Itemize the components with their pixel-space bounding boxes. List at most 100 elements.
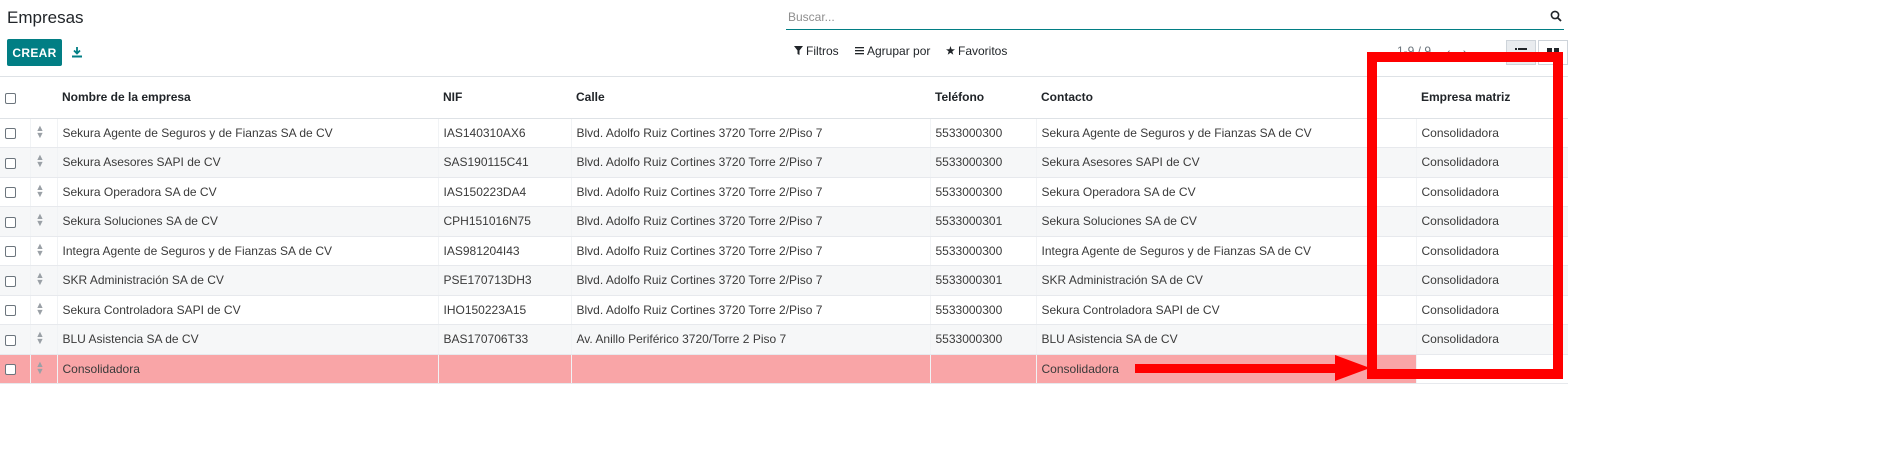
cell-street: Blvd. Adolfo Ruiz Cortines 3720 Torre 2/… xyxy=(570,147,930,178)
favorites-button[interactable]: Favoritos xyxy=(946,44,1007,58)
column-header-parent[interactable]: Empresa matriz xyxy=(1416,77,1568,119)
drag-handle-icon[interactable]: ▲ ▼ xyxy=(36,330,45,346)
cell-nif: CPH151016N75 xyxy=(437,206,571,237)
filters-button[interactable]: Filtros xyxy=(794,44,839,58)
row-checkbox[interactable] xyxy=(5,187,16,199)
create-button[interactable]: CREAR xyxy=(7,39,62,66)
search-bar xyxy=(786,6,1564,30)
column-header-name[interactable]: Nombre de la empresa xyxy=(57,77,438,119)
cell-street: Blvd. Adolfo Ruiz Cortines 3720 Torre 2/… xyxy=(570,206,930,237)
cell-nif: IAS150223DA4 xyxy=(437,177,571,207)
table-row[interactable]: ▲ ▼ Sekura Soluciones SA de CV CPH151016N75… xyxy=(0,206,1568,237)
cell-phone: 5533000300 xyxy=(929,324,1036,355)
cell-name: Sekura Asesores SAPI de CV xyxy=(56,147,438,178)
cell-contact: BLU Asistencia SA de CV xyxy=(1035,324,1416,355)
list-view-icon[interactable] xyxy=(1506,40,1536,65)
row-handle-cell: ▲ ▼ xyxy=(29,206,57,237)
cell-phone: 5533000300 xyxy=(929,295,1036,325)
filters-label: Filtros xyxy=(806,44,839,58)
drag-handle-icon[interactable]: ▲ ▼ xyxy=(36,300,45,316)
drag-handle-icon[interactable]: ▲ ▼ xyxy=(36,182,45,198)
cell-contact: Sekura Operadora SA de CV xyxy=(1035,177,1416,207)
drag-handle-icon[interactable]: ▲ ▼ xyxy=(36,153,45,169)
row-checkbox[interactable] xyxy=(5,364,16,376)
cell-name: BLU Asistencia SA de CV xyxy=(56,324,438,355)
table-row[interactable]: ▲ ▼ BLU Asistencia SA de CV BAS170706T33 Av.… xyxy=(0,324,1568,355)
cell-name: Sekura Agente de Seguros y de Fianzas SA… xyxy=(56,118,438,148)
kanban-view-icon[interactable] xyxy=(1538,40,1568,65)
row-checkbox[interactable] xyxy=(5,334,16,346)
cell-name: Sekura Soluciones SA de CV xyxy=(56,206,438,237)
cell-parent: Consolidadora xyxy=(1415,324,1568,355)
list-icon xyxy=(855,44,864,58)
group-by-label: Agrupar por xyxy=(867,44,931,58)
table-row[interactable]: ▲ ▼ Integra Agente de Seguros y de Fianzas… xyxy=(0,236,1568,266)
favorites-label: Favoritos xyxy=(958,44,1008,58)
row-checkbox[interactable] xyxy=(5,128,16,140)
pager-value[interactable]: 1-9 / 9 xyxy=(1397,44,1431,58)
row-select-cell xyxy=(0,118,30,148)
drag-handle-icon[interactable]: ▲ ▼ xyxy=(36,241,45,257)
cell-nif: IAS140310AX6 xyxy=(437,118,571,148)
cell-contact: Sekura Asesores SAPI de CV xyxy=(1035,147,1416,178)
companies-table: Nombre de la empresa NIF Calle Teléfono … xyxy=(0,76,1568,384)
row-checkbox[interactable] xyxy=(5,275,16,287)
table-row[interactable]: ▲ ▼ Consolidadora Consolidadora xyxy=(0,354,1568,384)
cell-street: Blvd. Adolfo Ruiz Cortines 3720 Torre 2/… xyxy=(570,118,930,148)
drag-handle-icon[interactable]: ▲ ▼ xyxy=(36,212,45,228)
download-icon[interactable] xyxy=(69,44,85,60)
row-checkbox[interactable] xyxy=(5,246,16,258)
row-handle-cell: ▲ ▼ xyxy=(29,236,57,266)
row-handle-cell: ▲ ▼ xyxy=(29,177,57,207)
chevron-left-icon[interactable]: ‹ xyxy=(1446,44,1451,60)
row-select-cell xyxy=(0,265,30,296)
cell-phone: 5533000301 xyxy=(929,206,1036,237)
cell-parent: Consolidadora xyxy=(1415,295,1568,325)
column-header-street[interactable]: Calle xyxy=(571,77,930,119)
row-checkbox[interactable] xyxy=(5,157,16,169)
table-row[interactable]: ▲ ▼ Sekura Controladora SAPI de CV IHO15022… xyxy=(0,295,1568,325)
row-select-cell xyxy=(0,206,30,237)
cell-phone: 5533000301 xyxy=(929,265,1036,296)
cell-parent: Consolidadora xyxy=(1415,206,1568,237)
search-icon[interactable] xyxy=(1550,10,1562,25)
cell-parent: Consolidadora xyxy=(1415,236,1568,266)
search-input[interactable] xyxy=(786,6,1564,28)
page-title: Empresas xyxy=(7,8,84,27)
cell-contact: Sekura Controladora SAPI de CV xyxy=(1035,295,1416,325)
cell-contact: Sekura Soluciones SA de CV xyxy=(1035,206,1416,237)
cell-parent xyxy=(1415,354,1568,384)
column-header-contact[interactable]: Contacto xyxy=(1036,77,1416,119)
cell-phone: 5533000300 xyxy=(929,177,1036,207)
cell-street: Blvd. Adolfo Ruiz Cortines 3720 Torre 2/… xyxy=(570,236,930,266)
column-header-phone[interactable]: Teléfono xyxy=(930,77,1036,119)
row-select-cell xyxy=(0,295,30,325)
group-by-button[interactable]: Agrupar por xyxy=(855,44,930,58)
drag-handle-icon[interactable]: ▲ ▼ xyxy=(36,271,45,287)
view-switcher xyxy=(1506,40,1568,65)
chevron-right-icon[interactable]: › xyxy=(1463,44,1468,60)
table-row[interactable]: ▲ ▼ Sekura Operadora SA de CV IAS150223DA4 B… xyxy=(0,177,1568,207)
cell-contact: Integra Agente de Seguros y de Fianzas S… xyxy=(1035,236,1416,266)
row-select-cell xyxy=(0,354,30,384)
row-checkbox[interactable] xyxy=(5,305,16,317)
filter-icon xyxy=(794,44,803,58)
cell-nif: PSE170713DH3 xyxy=(437,265,571,296)
cell-nif: IAS981204I43 xyxy=(437,236,571,266)
table-row[interactable]: ▲ ▼ Sekura Asesores SAPI de CV SAS190115C41… xyxy=(0,147,1568,178)
cell-name: Consolidadora xyxy=(56,354,438,384)
table-row[interactable]: ▲ ▼ SKR Administración SA de CV PSE170713DH… xyxy=(0,265,1568,296)
select-all-cell xyxy=(0,77,30,119)
cell-street: Blvd. Adolfo Ruiz Cortines 3720 Torre 2/… xyxy=(570,177,930,207)
row-handle-cell: ▲ ▼ xyxy=(29,147,57,178)
cell-nif: SAS190115C41 xyxy=(437,147,571,178)
row-checkbox[interactable] xyxy=(5,216,16,228)
row-handle-cell: ▲ ▼ xyxy=(29,265,57,296)
cell-nif: IHO150223A15 xyxy=(437,295,571,325)
drag-handle-icon[interactable]: ▲ ▼ xyxy=(36,359,45,375)
table-row[interactable]: ▲ ▼ Sekura Agente de Seguros y de Fianzas … xyxy=(0,118,1568,148)
row-select-cell xyxy=(0,147,30,178)
drag-handle-icon[interactable]: ▲ ▼ xyxy=(36,123,45,139)
select-all-checkbox[interactable] xyxy=(5,92,16,104)
column-header-nif[interactable]: NIF xyxy=(438,77,571,119)
